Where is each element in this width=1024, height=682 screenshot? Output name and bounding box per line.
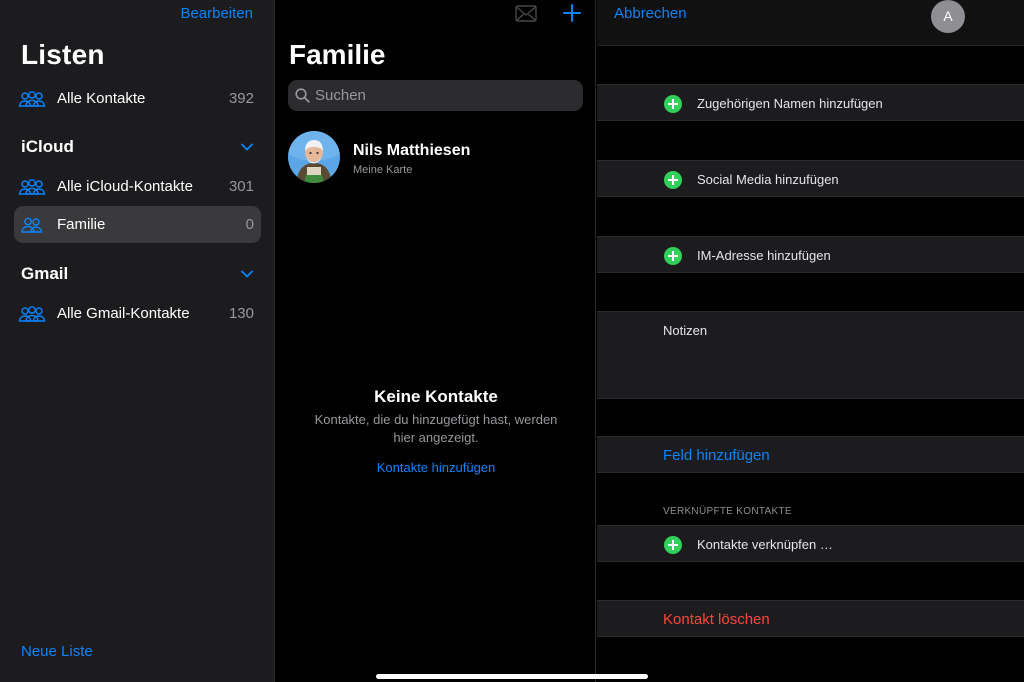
- row-label: IM-Adresse hinzufügen: [697, 248, 831, 263]
- add-contacts-link[interactable]: Kontakte hinzufügen: [276, 460, 596, 475]
- sidebar-item-all-gmail[interactable]: Alle Gmail-Kontakte 130: [14, 295, 261, 332]
- sidebar-item-all-icloud[interactable]: Alle iCloud-Kontakte 301: [14, 168, 261, 205]
- add-social-media-row[interactable]: Social Media hinzufügen: [597, 160, 1024, 197]
- person-group-icon: [18, 178, 46, 195]
- add-field-button[interactable]: Feld hinzufügen: [663, 447, 770, 464]
- empty-state-title: Keine Kontakte: [374, 387, 498, 406]
- row-label: Zugehörigen Namen hinzufügen: [697, 96, 883, 111]
- empty-state-text: Kontakte, die du hinzugefügt hast, werde…: [314, 412, 558, 445]
- person-group-icon: [18, 90, 46, 107]
- person-group-icon: [21, 217, 43, 233]
- sidebar-item-all-contacts[interactable]: Alle Kontakte 392: [14, 80, 261, 117]
- link-contacts-row[interactable]: Kontakte verknüpfen …: [597, 525, 1024, 562]
- sidebar-item-count: 130: [228, 305, 254, 322]
- lists-title: Listen: [21, 39, 105, 70]
- magnifier-icon: [295, 88, 310, 103]
- sidebar-item-count: 392: [228, 90, 254, 107]
- add-im-address-row[interactable]: IM-Adresse hinzufügen: [597, 236, 1024, 273]
- contact-list-pane: Familie Suchen Nils Matthiesen Meine Kar…: [276, 0, 596, 682]
- avatar[interactable]: A: [931, 0, 965, 33]
- sidebar-item-count: 0: [245, 216, 254, 233]
- sidebar-item-label: Alle Gmail-Kontakte: [57, 305, 190, 322]
- green-plus-circle-icon: [664, 536, 682, 554]
- row-label: Kontakte verknüpfen …: [697, 537, 833, 552]
- my-card-subtitle: Meine Karte: [353, 164, 413, 176]
- section-title-icloud: iCloud: [21, 137, 74, 156]
- add-related-name-row[interactable]: Zugehörigen Namen hinzufügen: [597, 84, 1024, 121]
- edit-header: Abbrechen A: [597, 0, 1024, 46]
- plus-icon[interactable]: [563, 4, 581, 22]
- my-card[interactable]: Nils Matthiesen Meine Karte: [288, 131, 584, 185]
- sidebar-item-label: Alle Kontakte: [57, 90, 146, 107]
- search-field[interactable]: Suchen: [288, 80, 583, 111]
- list-title: Familie: [289, 39, 386, 70]
- chevron-down-icon[interactable]: [241, 270, 253, 278]
- green-plus-circle-icon: [664, 95, 682, 113]
- chevron-down-icon[interactable]: [241, 143, 253, 151]
- green-plus-circle-icon: [664, 247, 682, 265]
- add-field-row[interactable]: Feld hinzufügen: [597, 436, 1024, 473]
- notes-field[interactable]: Notizen: [597, 311, 1024, 399]
- envelope-icon[interactable]: [515, 5, 537, 22]
- delete-contact-row[interactable]: Kontakt löschen: [597, 600, 1024, 637]
- avatar: [288, 131, 340, 183]
- delete-contact-button[interactable]: Kontakt löschen: [663, 611, 770, 628]
- sidebar-item-familie[interactable]: Familie 0: [14, 206, 261, 243]
- home-indicator[interactable]: [376, 674, 648, 679]
- sidebar-item-label: Familie: [57, 216, 106, 233]
- person-group-icon: [18, 305, 46, 322]
- notes-label: Notizen: [663, 323, 708, 338]
- new-list-button[interactable]: Neue Liste: [21, 643, 93, 660]
- cancel-button[interactable]: Abbrechen: [614, 5, 687, 22]
- section-title-gmail: Gmail: [21, 264, 69, 283]
- row-label: Social Media hinzufügen: [697, 172, 839, 187]
- my-card-name: Nils Matthiesen: [353, 142, 471, 159]
- sidebar: Bearbeiten Listen Alle Kontakte 392 iClo…: [0, 0, 275, 682]
- contact-edit-pane: Abbrechen A Zugehörigen Namen hinzufügen…: [597, 0, 1024, 682]
- green-plus-circle-icon: [664, 171, 682, 189]
- sidebar-item-count: 301: [228, 178, 254, 195]
- search-placeholder: Suchen: [315, 87, 366, 104]
- sidebar-item-label: Alle iCloud-Kontakte: [57, 178, 193, 195]
- linked-contacts-header: VERKNÜPFTE KONTAKTE: [663, 506, 792, 517]
- edit-button[interactable]: Bearbeiten: [180, 5, 253, 22]
